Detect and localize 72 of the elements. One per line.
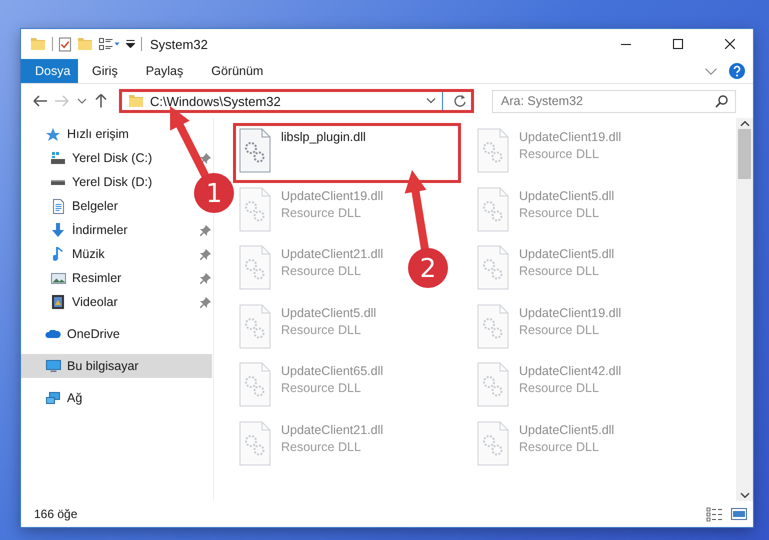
chevron-down-icon[interactable] [426, 98, 436, 104]
search-icon [715, 94, 728, 108]
file-type: Resource DLL [281, 206, 362, 220]
scrollbar-thumb[interactable] [738, 129, 751, 179]
star-icon [45, 128, 61, 140]
sidebar-item[interactable]: OneDrive [21, 322, 128, 346]
network-icon [46, 392, 60, 404]
scrollbar[interactable] [736, 118, 753, 501]
chevron-down-icon[interactable] [77, 98, 87, 104]
file-type: Resource DLL [281, 264, 362, 278]
step-number-badge: 2 [408, 248, 448, 288]
file-type: Resource DLL [519, 264, 600, 278]
document-icon [52, 198, 64, 214]
monitor-icon [46, 360, 60, 372]
pin-icon[interactable] [200, 248, 212, 260]
item-count: 166 öğe [34, 507, 78, 521]
sidebar-item[interactable]: Hızlı erişim [21, 122, 137, 146]
file-type: Resource DLL [281, 381, 362, 395]
download-icon [52, 223, 64, 237]
view-options-icon[interactable] [99, 38, 120, 50]
sidebar-item[interactable]: Videolar [21, 290, 126, 314]
window-title: System32 [150, 36, 209, 52]
details-view-icon[interactable] [706, 506, 723, 522]
pin-icon[interactable] [200, 296, 212, 308]
file-type: Resource DLL [519, 147, 600, 161]
scroll-down-icon[interactable] [740, 492, 750, 498]
file-type: Resource DLL [519, 206, 600, 220]
file-type: Resource DLL [281, 322, 362, 336]
help-icon[interactable] [729, 63, 745, 79]
dll-file-icon[interactable] [239, 128, 271, 173]
close-icon [725, 39, 735, 49]
folder-path: C:\Windows\System32 [150, 94, 282, 108]
sidebar-item[interactable]: Resimler [21, 266, 130, 290]
ribbon-tab[interactable]: Paylaş [132, 59, 198, 83]
address-bar[interactable]: C:\Windows\System32 [119, 89, 474, 113]
drive-icon [51, 180, 65, 184]
file-type: Resource DLL [519, 381, 600, 395]
file-name[interactable]: libslp_plugin.dll [281, 130, 366, 144]
music-note-icon [53, 247, 63, 261]
folder-icon [128, 94, 144, 108]
back-arrow-icon[interactable] [33, 95, 47, 107]
image-icon [50, 272, 66, 284]
pin-icon[interactable] [200, 152, 212, 164]
sidebar-item[interactable]: Yerel Disk (C:) [21, 146, 160, 170]
sidebar-item[interactable]: Yerel Disk (D:) [21, 170, 160, 194]
file-type: Resource DLL [519, 322, 600, 336]
search-field[interactable]: Ara: System32 [492, 90, 736, 112]
up-arrow-icon[interactable] [95, 94, 107, 108]
customize-toolbar-icon[interactable] [126, 40, 135, 48]
maximize-icon [673, 39, 683, 49]
step-number-badge: 1 [194, 173, 234, 213]
file-menu-tab[interactable]: Dosya [21, 59, 78, 83]
sidebar-item[interactable]: Müzik [21, 242, 113, 266]
large-icons-view-icon[interactable] [731, 508, 747, 520]
drive-icon [50, 152, 66, 164]
checklist-icon[interactable] [59, 36, 71, 52]
cloud-icon [45, 330, 61, 338]
file-type: Resource DLL [519, 440, 600, 454]
sidebar-item[interactable]: İndirmeler [21, 218, 136, 242]
sidebar-item[interactable]: Ağ [21, 386, 90, 410]
new-folder-icon[interactable] [77, 37, 93, 51]
pin-icon[interactable] [200, 272, 212, 284]
folder-icon[interactable] [30, 37, 46, 51]
sidebar-item[interactable]: Bu bilgisayar [21, 354, 212, 378]
file-type: Resource DLL [281, 440, 362, 454]
refresh-icon[interactable] [453, 94, 467, 108]
ribbon-tab[interactable]: Görünüm [197, 59, 278, 83]
film-icon [52, 295, 64, 309]
ribbon-tab[interactable]: Giriş [78, 59, 132, 83]
sidebar-item[interactable]: Belgeler [21, 194, 126, 218]
pin-icon[interactable] [200, 224, 212, 236]
scroll-up-icon[interactable] [740, 121, 750, 127]
